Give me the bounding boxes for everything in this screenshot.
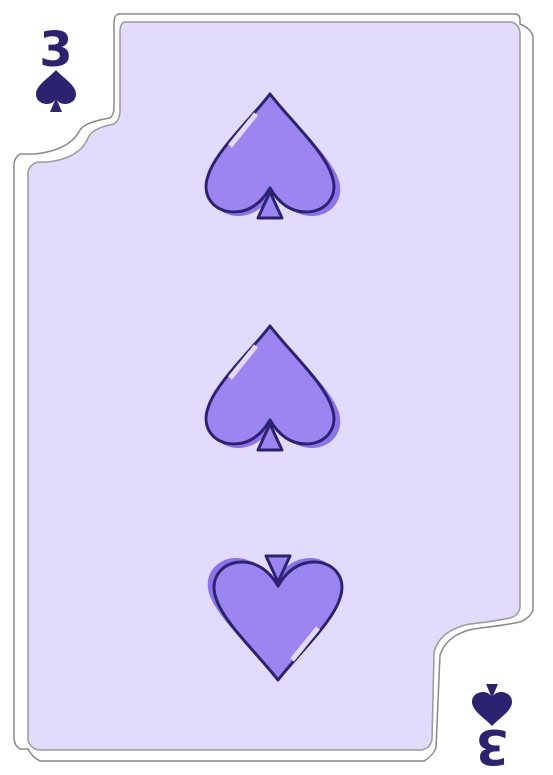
rank-top-left: 3 xyxy=(39,22,72,78)
corner-index-bottom-right: 3 xyxy=(472,684,512,774)
rank-bottom-right: 3 xyxy=(475,718,508,774)
playing-card: 3 3 xyxy=(13,13,534,774)
